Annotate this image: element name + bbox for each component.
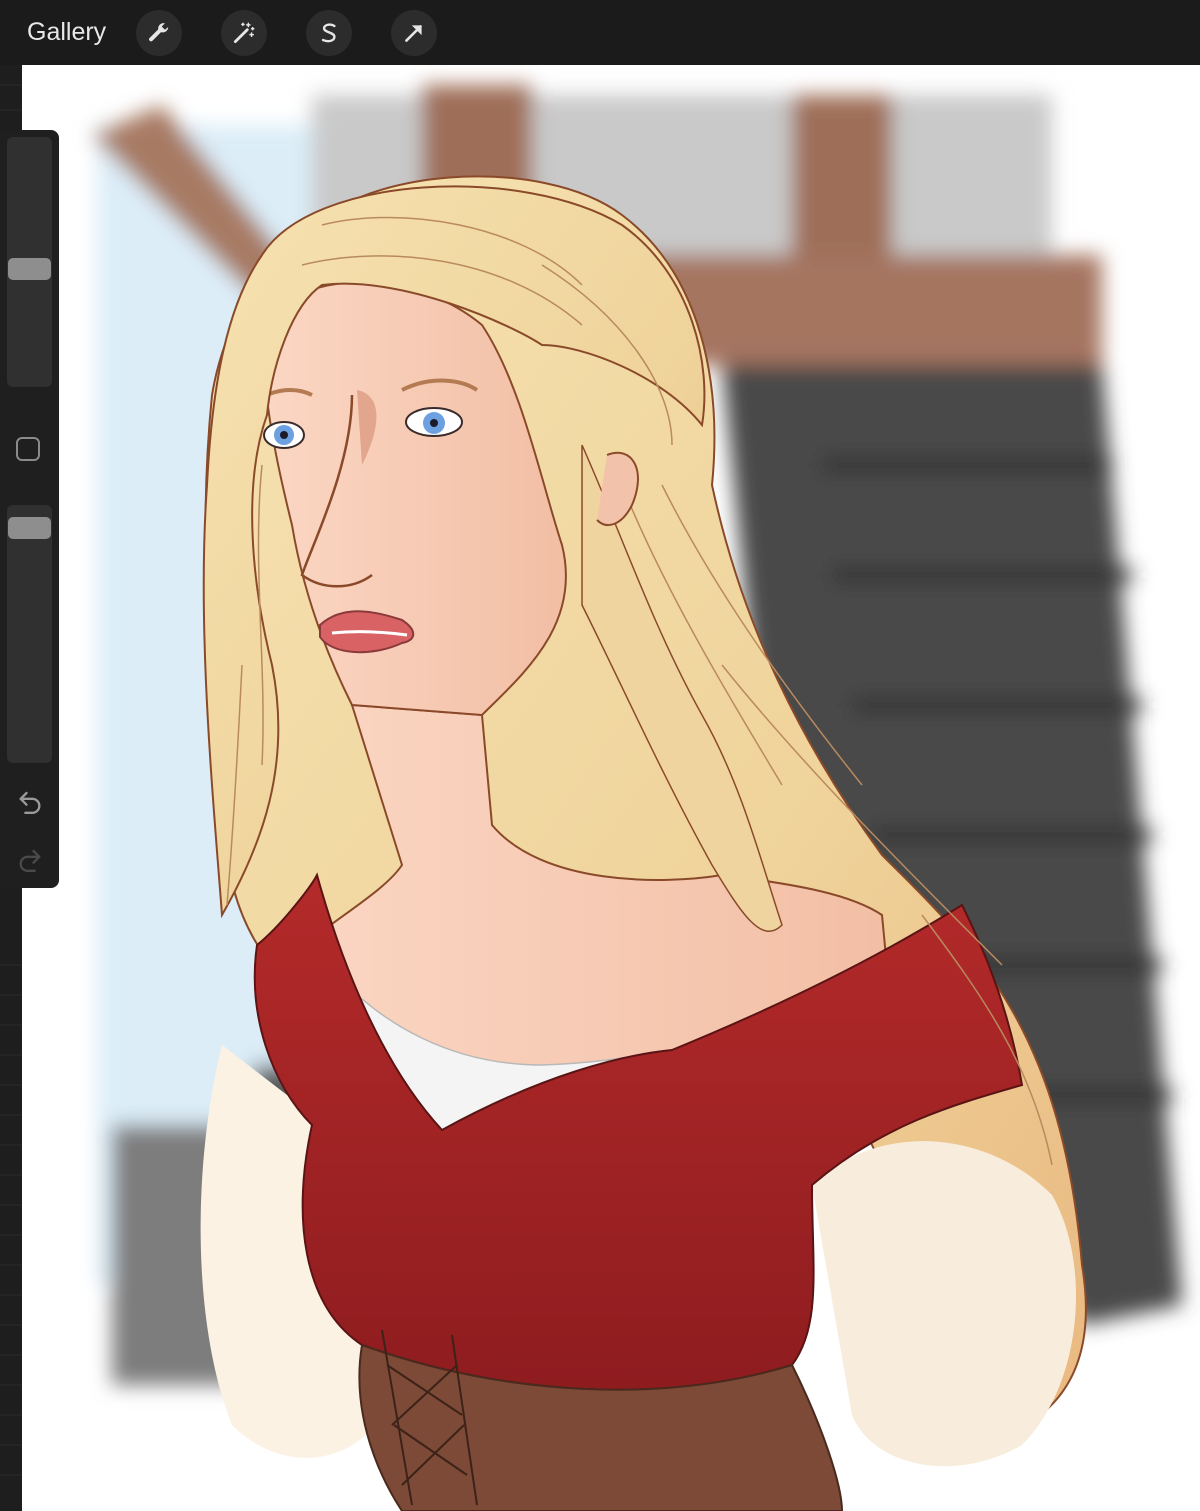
redo-icon xyxy=(19,849,41,872)
modifier-button[interactable] xyxy=(16,437,40,461)
magic-wand-icon xyxy=(234,21,255,43)
arrow-cursor-icon xyxy=(405,24,422,42)
gallery-button[interactable]: Gallery xyxy=(27,18,106,47)
adjustments-button[interactable] xyxy=(221,9,268,56)
selection-button[interactable] xyxy=(306,9,353,56)
opacity-thumb[interactable] xyxy=(8,517,51,539)
actions-button[interactable] xyxy=(136,9,183,56)
brush-sidebar xyxy=(0,130,59,888)
wrench-icon xyxy=(149,22,169,41)
brush-size-slider[interactable] xyxy=(7,137,52,387)
redo-button[interactable] xyxy=(16,844,44,872)
opacity-slider[interactable] xyxy=(7,505,52,763)
transform-button[interactable] xyxy=(391,9,438,56)
drawing-canvas[interactable] xyxy=(22,65,1200,1511)
top-toolbar: Gallery xyxy=(0,0,1200,65)
undo-button[interactable] xyxy=(16,786,44,814)
right-sleeve xyxy=(812,1141,1076,1467)
undo-icon xyxy=(19,791,41,814)
artwork xyxy=(92,85,1182,1511)
selection-s-icon xyxy=(322,22,336,42)
brush-size-thumb[interactable] xyxy=(8,258,51,280)
